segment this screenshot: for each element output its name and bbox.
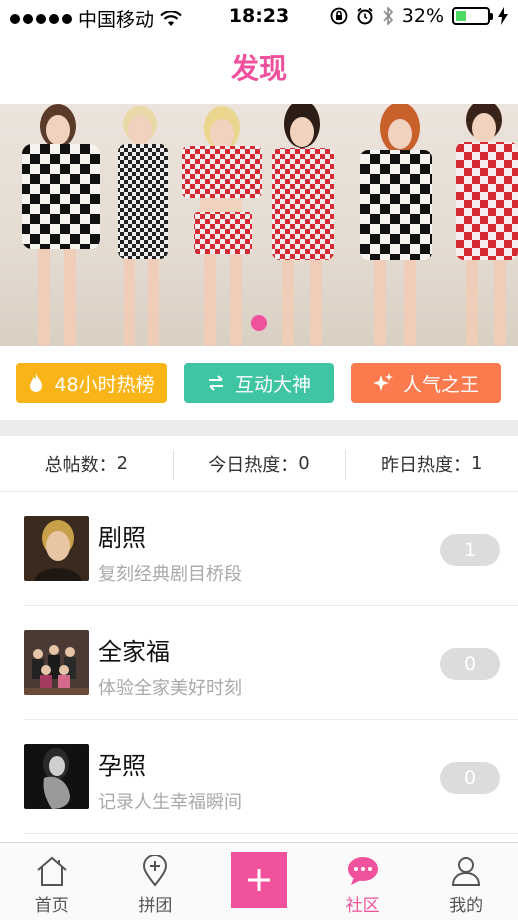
- bluetooth-icon: [383, 6, 393, 26]
- section-divider: [0, 420, 518, 436]
- page-title: 发现: [230, 52, 287, 85]
- category-subtitle: 复刻经典剧目桥段: [98, 564, 242, 585]
- category-list: 剧照 复刻经典剧目桥段 1 全家福 体验全家美好时刻 0 孕照 记录人生幸福瞬间…: [0, 492, 518, 834]
- quick-actions: 48小时热榜 互动大神 人气之王: [0, 346, 518, 420]
- stat-value: 0: [298, 453, 310, 474]
- category-title: 全家福: [98, 638, 170, 666]
- alarm-icon: [357, 7, 373, 25]
- tab-group-buy[interactable]: 拼团: [104, 843, 208, 920]
- status-bar: 中国移动 18:23 32%: [0, 0, 518, 34]
- stat-label: 昨日热度：: [380, 454, 471, 476]
- hot-list-label: 48小时热榜: [54, 373, 155, 396]
- flame-icon: [30, 373, 43, 392]
- stat-value: 1: [470, 453, 483, 474]
- category-title: 孕照: [98, 752, 146, 780]
- tab-label: 我的: [449, 896, 484, 916]
- category-thumbnail: [24, 744, 89, 809]
- stat-label: 今日热度：: [208, 454, 299, 476]
- tab-label: 拼团: [138, 896, 173, 916]
- tab-community[interactable]: 社区: [311, 843, 415, 920]
- publish-button[interactable]: [231, 852, 287, 908]
- stat-today-heat: 今日热度： 0: [172, 436, 346, 491]
- stat-value: 2: [116, 453, 129, 474]
- interaction-master-button[interactable]: 互动大神: [184, 363, 334, 403]
- category-subtitle: 体验全家美好时刻: [98, 678, 242, 699]
- charging-icon: [498, 7, 508, 25]
- battery-icon: [452, 7, 493, 25]
- popularity-king-label: 人气之王: [402, 373, 479, 396]
- category-subtitle: 记录人生幸福瞬间: [98, 792, 242, 813]
- banner-image: [22, 104, 518, 346]
- banner-carousel[interactable]: [0, 104, 518, 346]
- list-item[interactable]: 全家福 体验全家美好时刻 0: [24, 606, 518, 720]
- stat-label: 总帖数：: [44, 454, 117, 476]
- interaction-master-label: 互动大神: [234, 373, 311, 396]
- tab-label: 首页: [34, 896, 69, 916]
- category-thumbnail: [24, 516, 89, 581]
- location-pin-icon: [143, 855, 168, 887]
- stat-total-posts: 总帖数： 2: [0, 436, 173, 491]
- tab-home[interactable]: 首页: [0, 843, 104, 920]
- stat-yesterday-heat: 昨日热度： 1: [345, 436, 518, 491]
- hot-list-button[interactable]: 48小时热榜: [16, 363, 167, 403]
- list-item[interactable]: 剧照 复刻经典剧目桥段 1: [24, 492, 518, 606]
- sparkle-icon: [372, 373, 393, 391]
- user-icon: [452, 857, 481, 886]
- tab-label: 社区: [345, 896, 380, 916]
- home-icon: [37, 856, 67, 886]
- plus-icon: [248, 869, 270, 891]
- category-thumbnail: [24, 630, 89, 695]
- stats-bar: 总帖数： 2 今日热度： 0 昨日热度： 1: [0, 436, 518, 492]
- swap-icon: [208, 375, 223, 391]
- chat-bubble-icon: [347, 857, 378, 885]
- tab-mine[interactable]: 我的: [414, 843, 518, 920]
- post-count-badge: 0: [440, 762, 500, 794]
- battery-percent: 32%: [401, 5, 444, 27]
- list-item[interactable]: 孕照 记录人生幸福瞬间 0: [24, 720, 518, 834]
- post-count-badge: 0: [440, 648, 500, 680]
- carousel-indicator[interactable]: [251, 315, 267, 331]
- post-count-badge: 1: [440, 534, 500, 566]
- category-title: 剧照: [98, 524, 146, 552]
- orientation-lock-icon: [330, 7, 348, 25]
- popularity-king-button[interactable]: 人气之王: [351, 363, 501, 403]
